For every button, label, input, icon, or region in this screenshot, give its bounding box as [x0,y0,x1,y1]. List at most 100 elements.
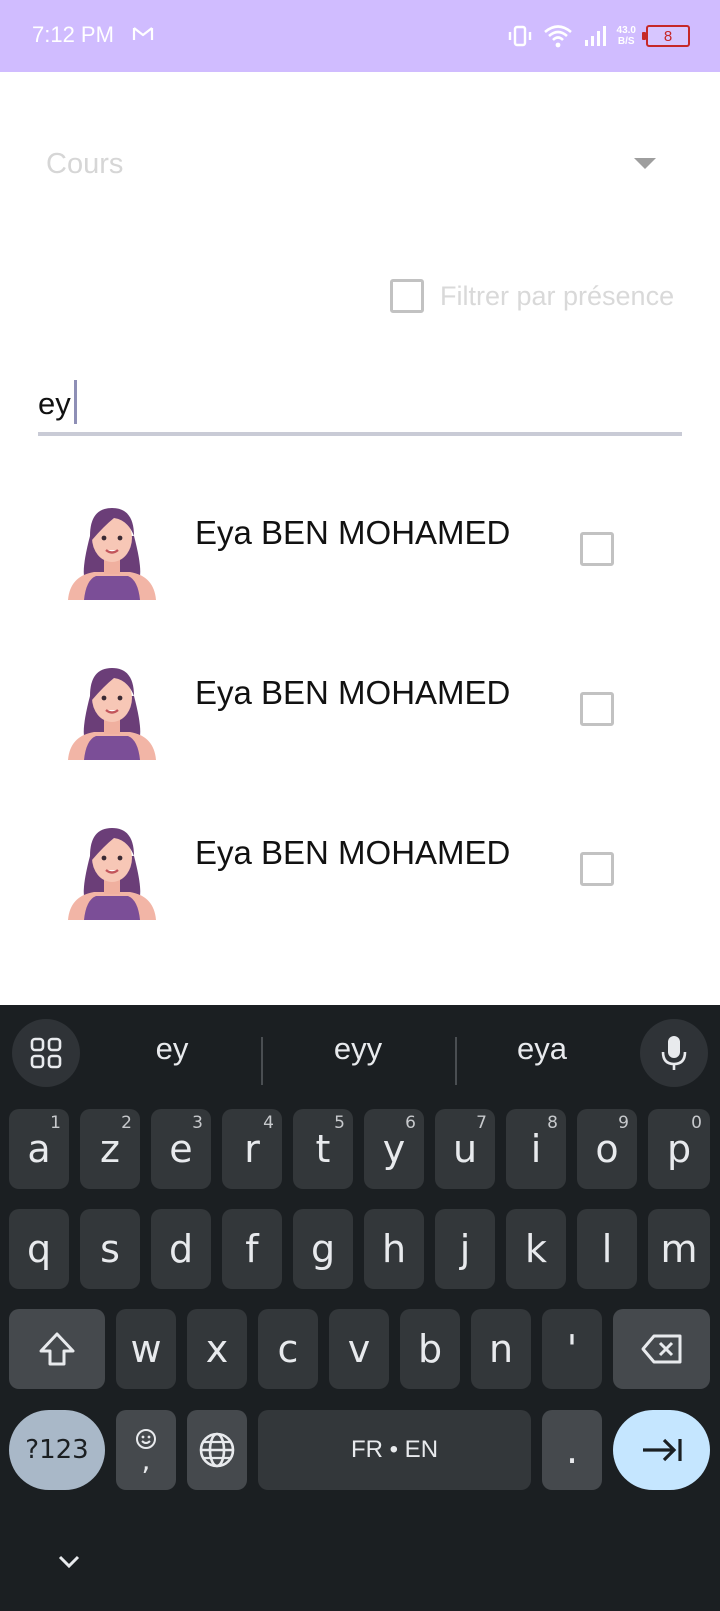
key-a[interactable]: a1 [9,1109,69,1189]
key-label: k [524,1227,547,1271]
emoji-comma-key[interactable]: , [116,1410,176,1490]
network-speed-value: 43.0 [616,25,636,36]
student-name: Eya BEN MOHAMED [195,834,511,871]
filter-presence-label: Filtrer par présence [440,280,675,311]
student-list-item[interactable]: Eya BEN MOHAMED [0,656,720,796]
key-label: e [169,1127,193,1171]
key-g[interactable]: g [293,1209,353,1289]
filter-presence-checkbox[interactable] [390,279,424,313]
key-j[interactable]: j [435,1209,495,1289]
dropdown-arrow-icon [634,158,656,169]
suggestion-1[interactable]: ey [92,1031,252,1067]
key-hint: 3 [192,1113,203,1133]
key-label: ?123 [25,1435,89,1465]
battery-level: 8 [663,27,673,45]
symbols-key[interactable]: ?123 [9,1410,105,1490]
key-s[interactable]: s [80,1209,140,1289]
key-l[interactable]: l [577,1209,637,1289]
key-label: ' [566,1327,578,1371]
key-label: v [347,1327,371,1371]
key-k[interactable]: k [506,1209,566,1289]
key-label: j [459,1227,471,1271]
key-label: m [660,1227,698,1271]
search-input[interactable]: ey [38,378,682,436]
period-key[interactable]: . [542,1410,602,1490]
backspace-icon [641,1334,681,1364]
keyboard-suggestion-bar: ey eyy eya [0,1015,720,1087]
suggestion-divider [455,1037,457,1085]
soft-keyboard: ey eyy eya a1 z2 e3 r4 t5 y6 u7 i8 o9 p0… [0,1005,720,1611]
shift-icon [39,1332,75,1366]
filter-presence[interactable]: Filtrer par présence [390,276,674,316]
key-label: b [417,1327,443,1371]
hide-keyboard-chevron-icon[interactable] [56,1553,82,1571]
status-time: 7:12 PM [32,22,114,47]
apps-grid-icon[interactable] [12,1019,80,1087]
key-hint: 2 [121,1113,132,1133]
key-hint: 1 [50,1113,61,1133]
student-list-item[interactable]: Eya BEN MOHAMED [0,496,720,636]
key-label: r [244,1127,260,1171]
suggestion-2[interactable]: eyy [278,1031,438,1067]
space-bar[interactable]: FR • EN [258,1410,531,1490]
key-hint: 9 [618,1113,629,1133]
key-r[interactable]: r4 [222,1109,282,1189]
language-key[interactable] [187,1410,247,1490]
key-label: u [452,1127,478,1171]
search-input-value: ey [38,386,71,421]
key-w[interactable]: w [116,1309,176,1389]
suggestion-divider [261,1037,263,1085]
key-label: f [245,1227,259,1271]
key-label: y [382,1127,406,1171]
key-v[interactable]: v [329,1309,389,1389]
key-y[interactable]: y6 [364,1109,424,1189]
key-i[interactable]: i8 [506,1109,566,1189]
key-label: x [205,1327,229,1371]
backspace-key[interactable] [613,1309,710,1389]
key-apostrophe[interactable]: ' [542,1309,602,1389]
key-label: n [488,1327,514,1371]
student-presence-checkbox[interactable] [580,692,614,726]
key-x[interactable]: x [187,1309,247,1389]
key-hint: 5 [334,1113,345,1133]
suggestion-3[interactable]: eya [462,1031,622,1067]
key-hint: 4 [263,1113,274,1133]
student-presence-checkbox[interactable] [580,852,614,886]
student-name: Eya BEN MOHAMED [195,674,511,711]
key-f[interactable]: f [222,1209,282,1289]
key-hint: 7 [476,1113,487,1133]
tab-next-icon [642,1438,682,1462]
status-icons: 43.0 B/S 8 [507,18,690,54]
key-m[interactable]: m [648,1209,710,1289]
student-list-item[interactable]: Eya BEN MOHAMED [0,816,720,956]
key-label: o [595,1127,619,1171]
key-o[interactable]: o9 [577,1109,637,1189]
microphone-icon[interactable] [640,1019,708,1087]
key-b[interactable]: b [400,1309,460,1389]
student-avatar [68,828,156,920]
shift-key[interactable] [9,1309,105,1389]
key-t[interactable]: t5 [293,1109,353,1189]
student-presence-checkbox[interactable] [580,532,614,566]
gmail-notification-icon [132,27,154,40]
key-e[interactable]: e3 [151,1109,211,1189]
key-label: w [130,1327,162,1371]
key-d[interactable]: d [151,1209,211,1289]
key-hint: 6 [405,1113,416,1133]
course-dropdown[interactable]: Cours [46,140,656,190]
status-bar: 7:12 PM 43.0 B/S 8 [0,0,720,72]
key-label: h [381,1227,407,1271]
key-n[interactable]: n [471,1309,531,1389]
key-q[interactable]: q [9,1209,69,1289]
key-label: g [310,1227,336,1271]
key-c[interactable]: c [258,1309,318,1389]
key-z[interactable]: z2 [80,1109,140,1189]
wifi-icon [543,25,572,48]
key-u[interactable]: u7 [435,1109,495,1189]
key-p[interactable]: p0 [648,1109,710,1189]
next-key[interactable] [613,1410,710,1490]
key-label: t [315,1127,331,1171]
key-label: i [530,1127,542,1171]
student-avatar [68,668,156,760]
key-h[interactable]: h [364,1209,424,1289]
